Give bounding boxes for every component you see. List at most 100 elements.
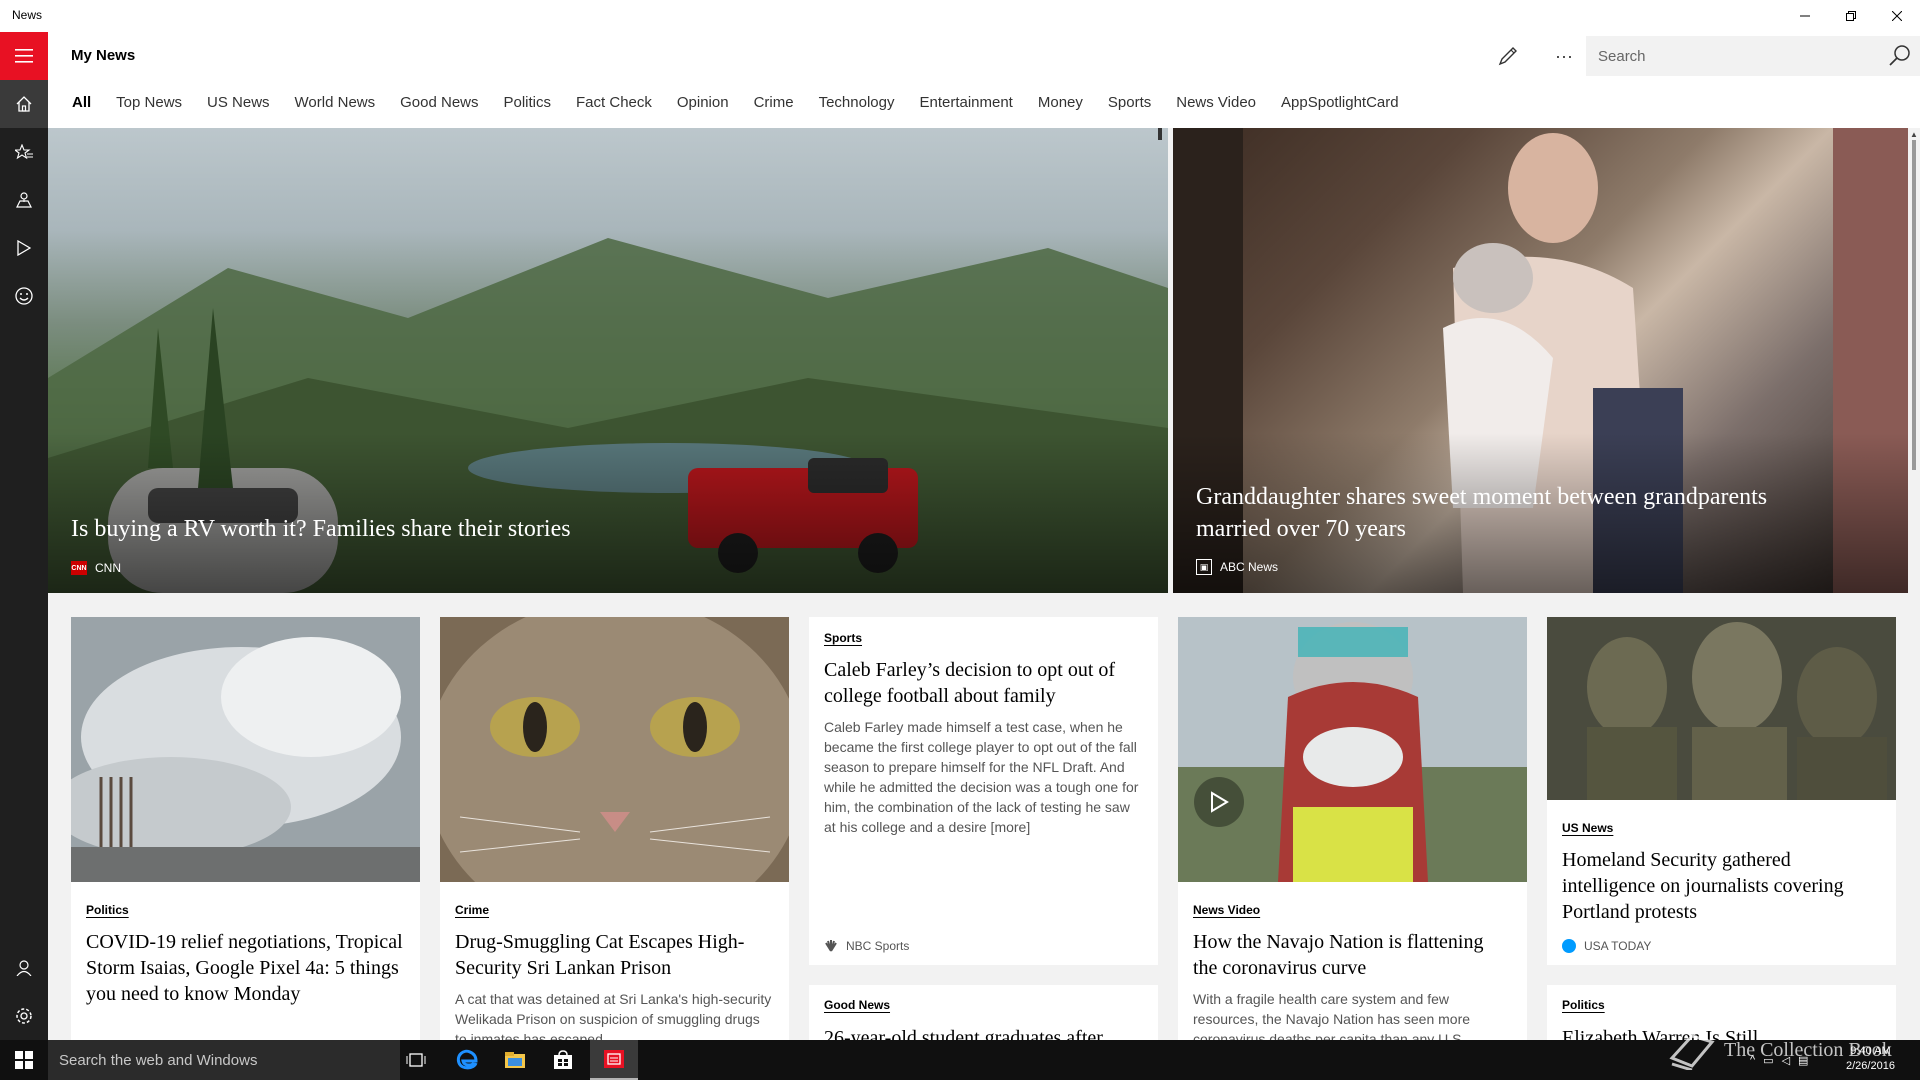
book-watermark-icon bbox=[1669, 1034, 1715, 1070]
card-title[interactable]: How the Navajo Nation is flattening the … bbox=[1193, 929, 1512, 981]
task-view-icon bbox=[406, 1053, 426, 1067]
card-description: With a fragile health care system and fe… bbox=[1193, 991, 1471, 1040]
play-icon bbox=[1211, 791, 1229, 813]
card-category[interactable]: Politics bbox=[1562, 998, 1605, 1012]
folder-icon bbox=[505, 1052, 525, 1068]
nav-favorites[interactable] bbox=[0, 128, 48, 176]
card-title[interactable]: Caleb Farley’s decision to opt out of co… bbox=[824, 657, 1143, 709]
card-image-officers bbox=[1547, 617, 1896, 800]
card-source: USA TODAY bbox=[1562, 939, 1651, 953]
tab-technology[interactable]: Technology bbox=[819, 94, 895, 111]
favorites-icon bbox=[15, 144, 33, 160]
abc-news-logo-icon: ▣ bbox=[1196, 559, 1212, 575]
close-button[interactable] bbox=[1874, 0, 1920, 32]
search-input[interactable] bbox=[1586, 36, 1876, 76]
title-bar: News bbox=[0, 0, 1920, 32]
cnn-logo-icon: CNN bbox=[71, 561, 87, 575]
news-app-icon bbox=[604, 1050, 624, 1068]
windows-logo-icon bbox=[15, 1051, 33, 1069]
scrollbar-thumb[interactable] bbox=[1912, 140, 1916, 470]
tab-sports[interactable]: Sports bbox=[1108, 94, 1151, 111]
article-card-smuggling-cat[interactable]: Crime Drug-Smuggling Cat Escapes High-Se… bbox=[440, 617, 789, 1040]
card-category[interactable]: Crime bbox=[455, 903, 489, 917]
card-title[interactable]: Homeland Security gathered intelligence … bbox=[1562, 847, 1881, 925]
article-card-caleb-farley[interactable]: Sports Caleb Farley’s decision to opt ou… bbox=[809, 617, 1158, 965]
tab-entertainment[interactable]: Entertainment bbox=[919, 94, 1012, 111]
hero-title[interactable]: Is buying a RV worth it? Families share … bbox=[71, 513, 571, 545]
play-video-button[interactable] bbox=[1194, 777, 1244, 827]
tab-us-news[interactable]: US News bbox=[207, 94, 270, 111]
card-category[interactable]: News Video bbox=[1193, 903, 1260, 917]
tab-news-video[interactable]: News Video bbox=[1176, 94, 1256, 111]
card-category[interactable]: US News bbox=[1562, 821, 1613, 835]
file-explorer-taskbar-button[interactable] bbox=[491, 1040, 539, 1080]
hero-source-name: ABC News bbox=[1220, 560, 1279, 574]
start-button[interactable] bbox=[0, 1040, 48, 1080]
card-description: A cat that was detained at Sri Lanka's h… bbox=[455, 991, 772, 1040]
nav-account[interactable] bbox=[0, 944, 48, 992]
hero-article-grandparents[interactable]: Granddaughter shares sweet moment betwee… bbox=[1173, 128, 1908, 593]
card-title[interactable]: Drug-Smuggling Cat Escapes High-Security… bbox=[455, 929, 774, 981]
hero-article-rv[interactable]: Is buying a RV worth it? Families share … bbox=[48, 128, 1168, 593]
article-card-covid-relief[interactable]: Politics COVID-19 relief negotiations, T… bbox=[71, 617, 420, 1040]
news-taskbar-button[interactable] bbox=[590, 1040, 638, 1080]
local-icon bbox=[16, 192, 32, 208]
search-box bbox=[1586, 36, 1920, 76]
edit-button[interactable] bbox=[1488, 40, 1528, 72]
tab-crime[interactable]: Crime bbox=[754, 94, 794, 111]
page-title: My News bbox=[71, 47, 136, 64]
edge-taskbar-button[interactable] bbox=[443, 1040, 491, 1080]
tab-fact-check[interactable]: Fact Check bbox=[576, 94, 652, 111]
taskbar-search-box bbox=[48, 1040, 400, 1080]
more-options-button[interactable]: ··· bbox=[1544, 40, 1584, 72]
hero-title[interactable]: Granddaughter shares sweet moment betwee… bbox=[1196, 481, 1836, 545]
nav-local[interactable] bbox=[0, 176, 48, 224]
tab-all[interactable]: All bbox=[72, 94, 91, 111]
tab-app-spotlight-card[interactable]: AppSpotlightCard bbox=[1281, 94, 1399, 111]
tab-politics[interactable]: Politics bbox=[504, 94, 552, 111]
card-source-name: USA TODAY bbox=[1584, 939, 1652, 953]
nav-interests[interactable] bbox=[0, 272, 48, 320]
category-tabs: All Top News US News World News Good New… bbox=[72, 94, 1424, 111]
card-category[interactable]: Sports bbox=[824, 631, 862, 645]
nav-video[interactable] bbox=[0, 224, 48, 272]
edge-icon bbox=[456, 1049, 478, 1070]
card-title[interactable]: 26-year-old student graduates after bbox=[824, 1025, 1143, 1040]
tab-top-news[interactable]: Top News bbox=[116, 94, 182, 111]
minimize-button[interactable] bbox=[1782, 0, 1828, 32]
tab-money[interactable]: Money bbox=[1038, 94, 1083, 111]
nav-rail bbox=[0, 32, 48, 1040]
article-card-student-graduates[interactable]: Good News 26-year-old student graduates … bbox=[809, 985, 1158, 1040]
nav-home[interactable] bbox=[0, 80, 48, 128]
store-taskbar-button[interactable] bbox=[539, 1040, 587, 1080]
close-icon bbox=[1892, 11, 1902, 21]
search-icon[interactable] bbox=[1888, 44, 1912, 68]
pencil-icon bbox=[1498, 47, 1517, 66]
scroll-up-arrow-icon[interactable]: ▲ bbox=[1910, 130, 1918, 139]
card-title[interactable]: COVID-19 relief negotiations, Tropical S… bbox=[86, 929, 405, 1007]
card-source-name: NBC Sports bbox=[846, 939, 910, 953]
tab-opinion[interactable]: Opinion bbox=[677, 94, 729, 111]
minimize-icon bbox=[1800, 15, 1810, 17]
vertical-scrollbar[interactable]: ▲ bbox=[1908, 128, 1920, 1040]
card-image-cat bbox=[440, 617, 789, 882]
restore-button[interactable] bbox=[1828, 0, 1874, 32]
article-card-navajo-nation[interactable]: News Video How the Navajo Nation is flat… bbox=[1178, 617, 1527, 1040]
nav-settings[interactable] bbox=[0, 992, 48, 1040]
taskbar-search-input[interactable] bbox=[48, 1040, 400, 1080]
news-feed: Is buying a RV worth it? Families share … bbox=[48, 128, 1920, 1040]
card-category[interactable]: Politics bbox=[86, 903, 129, 917]
tab-world-news[interactable]: World News bbox=[295, 94, 376, 111]
windows-taskbar: ^ ▭ ◁ ▤ 9:40 AM 2/26/2016 bbox=[0, 1040, 1920, 1080]
interests-icon bbox=[15, 287, 33, 305]
tab-good-news[interactable]: Good News bbox=[400, 94, 478, 111]
article-card-homeland-security[interactable]: US News Homeland Security gathered intel… bbox=[1547, 617, 1896, 965]
home-icon bbox=[16, 96, 32, 112]
card-description: Caleb Farley made himself a test case, w… bbox=[824, 719, 1139, 835]
card-category[interactable]: Good News bbox=[824, 998, 890, 1012]
task-view-button[interactable] bbox=[392, 1040, 440, 1080]
hamburger-menu-button[interactable] bbox=[0, 32, 48, 80]
card-image-storm bbox=[71, 617, 420, 882]
restore-icon bbox=[1846, 11, 1856, 21]
card-source: NBC Sports bbox=[824, 939, 909, 953]
